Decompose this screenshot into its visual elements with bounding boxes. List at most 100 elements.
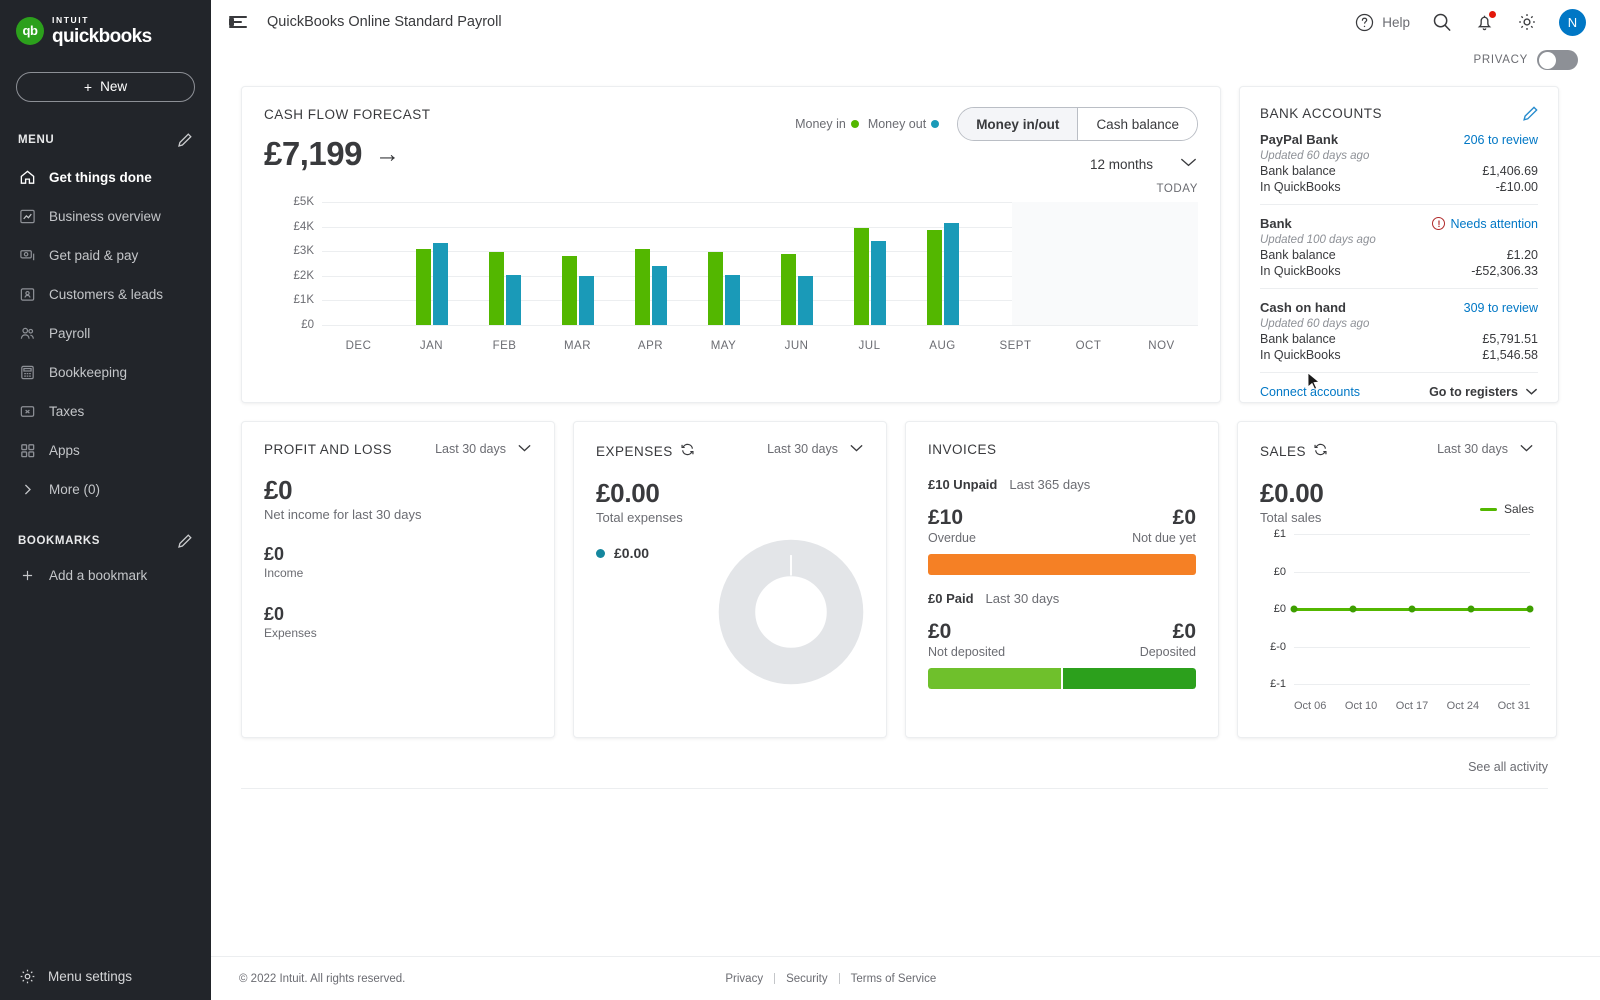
bar-group[interactable] bbox=[1125, 202, 1198, 325]
sidebar-item-get-paid-and-pay[interactable]: Get paid & pay bbox=[0, 236, 211, 275]
bar-group[interactable] bbox=[395, 202, 468, 325]
footer-link-terms[interactable]: Terms of Service bbox=[851, 973, 937, 985]
unpaid-progress-bar[interactable] bbox=[928, 554, 1196, 575]
bar-money-in[interactable] bbox=[708, 252, 723, 325]
bank-account-review-link[interactable]: 206 to review bbox=[1464, 133, 1538, 147]
search-icon[interactable] bbox=[1431, 11, 1453, 33]
refresh-icon[interactable] bbox=[680, 442, 695, 460]
sidebar-nav: Get things done Business overview Get pa… bbox=[0, 158, 211, 509]
bar-group[interactable] bbox=[541, 202, 614, 325]
bar-group[interactable] bbox=[760, 202, 833, 325]
edit-bank-accounts-pencil-icon[interactable] bbox=[1522, 105, 1538, 121]
sales-data-point[interactable] bbox=[1409, 606, 1416, 613]
sidebar-item-get-things-done[interactable]: Get things done bbox=[0, 158, 211, 197]
sidebar-item-customers-and-leads[interactable]: Customers & leads bbox=[0, 275, 211, 314]
bar-money-in[interactable] bbox=[854, 228, 869, 325]
bar-group[interactable] bbox=[979, 202, 1052, 325]
sidebar-item-payroll[interactable]: Payroll bbox=[0, 314, 211, 353]
sidebar-item-business-overview[interactable]: Business overview bbox=[0, 197, 211, 236]
help-label: Help bbox=[1382, 15, 1410, 30]
connect-accounts-link[interactable]: Connect accounts bbox=[1260, 385, 1360, 399]
bar-group[interactable] bbox=[322, 202, 395, 325]
x-axis-tick: OCT bbox=[1052, 340, 1125, 352]
add-bookmark-button[interactable]: Add a bookmark bbox=[0, 557, 211, 595]
bar-money-out[interactable] bbox=[944, 223, 959, 325]
menu-settings-button[interactable]: Menu settings bbox=[0, 952, 211, 1000]
not-due-yet-amount: £0 bbox=[1132, 506, 1196, 530]
bar-group[interactable] bbox=[614, 202, 687, 325]
tab-cash-balance[interactable]: Cash balance bbox=[1077, 108, 1197, 140]
bar-money-out[interactable] bbox=[725, 275, 740, 325]
go-to-registers-button[interactable]: Go to registers bbox=[1429, 385, 1538, 399]
bar-group[interactable] bbox=[468, 202, 541, 325]
privacy-toggle[interactable] bbox=[1537, 50, 1578, 70]
bank-account-row[interactable]: Bank ! Needs attention Updated 100 days … bbox=[1260, 205, 1538, 289]
bank-account-review-link[interactable]: 309 to review bbox=[1464, 301, 1538, 315]
quickbooks-logo[interactable]: qb INTUIT quickbooks bbox=[0, 0, 211, 46]
bank-balance-label: Bank balance bbox=[1260, 164, 1336, 178]
paid-progress-bar[interactable] bbox=[928, 668, 1196, 689]
bar-group[interactable] bbox=[687, 202, 760, 325]
see-all-activity-link[interactable]: See all activity bbox=[241, 738, 1574, 774]
bar-money-in[interactable] bbox=[562, 256, 577, 325]
bar-group[interactable] bbox=[906, 202, 979, 325]
bar-group[interactable] bbox=[1052, 202, 1125, 325]
bar-money-out[interactable] bbox=[798, 276, 813, 325]
collapse-menu-icon[interactable] bbox=[229, 13, 251, 31]
sidebar-item-more[interactable]: More (0) bbox=[0, 470, 211, 509]
deposited-label: Deposited bbox=[1140, 645, 1196, 659]
profit-loss-range-selector[interactable]: Last 30 days bbox=[435, 442, 532, 456]
refresh-icon[interactable] bbox=[1313, 442, 1328, 460]
tab-money-in-out[interactable]: Money in/out bbox=[958, 108, 1077, 140]
y-axis-tick: £2K bbox=[294, 270, 314, 282]
bar-money-out[interactable] bbox=[871, 241, 886, 325]
page-title: QuickBooks Online Standard Payroll bbox=[267, 14, 502, 30]
bar-money-in[interactable] bbox=[635, 249, 650, 325]
settings-gear-icon[interactable] bbox=[1516, 11, 1538, 33]
bank-accounts-footer: Connect accounts Go to registers bbox=[1260, 373, 1538, 399]
bank-account-row[interactable]: PayPal Bank 206 to review Updated 60 day… bbox=[1260, 121, 1538, 205]
bar-money-out[interactable] bbox=[433, 243, 448, 325]
bank-account-row[interactable]: Cash on hand 309 to review Updated 60 da… bbox=[1260, 289, 1538, 373]
edit-bookmarks-pencil-icon[interactable] bbox=[177, 533, 193, 549]
bar-money-out[interactable] bbox=[579, 276, 594, 325]
needs-attention-link[interactable]: ! Needs attention bbox=[1432, 217, 1538, 231]
bank-balance-row: Bank balance £1,406.69 bbox=[1260, 164, 1538, 178]
legend-money-in: Money in bbox=[795, 117, 859, 131]
sales-line-chart: £1£0£0£-0£-1 Oct 06Oct 10Oct 17Oct 24Oct… bbox=[1260, 534, 1534, 712]
bar-money-out[interactable] bbox=[652, 266, 667, 325]
qb-logo-mark: qb bbox=[16, 17, 44, 45]
bar-group[interactable] bbox=[833, 202, 906, 325]
profit-loss-title: PROFIT AND LOSS bbox=[264, 442, 392, 457]
sales-data-point[interactable] bbox=[1468, 606, 1475, 613]
sales-data-point[interactable] bbox=[1350, 606, 1357, 613]
edit-menu-pencil-icon[interactable] bbox=[177, 132, 193, 148]
y-axis-tick: £5K bbox=[294, 196, 314, 208]
sales-data-point[interactable] bbox=[1291, 606, 1298, 613]
footer-link-privacy[interactable]: Privacy bbox=[725, 973, 763, 985]
expenses-range-selector[interactable]: Last 30 days bbox=[767, 442, 864, 456]
x-axis-tick: JUN bbox=[760, 340, 833, 352]
sales-range-label: Last 30 days bbox=[1437, 442, 1508, 456]
sidebar-item-apps[interactable]: Apps bbox=[0, 431, 211, 470]
sales-data-point[interactable] bbox=[1527, 606, 1534, 613]
bar-money-out[interactable] bbox=[506, 275, 521, 325]
bar-money-in[interactable] bbox=[416, 249, 431, 325]
avatar[interactable]: N bbox=[1559, 9, 1586, 36]
bar-money-in[interactable] bbox=[927, 230, 942, 325]
help-button[interactable]: Help bbox=[1354, 12, 1410, 33]
bar-money-in[interactable] bbox=[781, 254, 796, 325]
cash-flow-period-selector[interactable]: 12 months bbox=[1090, 155, 1198, 173]
sidebar-item-taxes[interactable]: Taxes bbox=[0, 392, 211, 431]
sidebar-item-bookkeeping[interactable]: Bookkeeping bbox=[0, 353, 211, 392]
notifications-bell-icon[interactable] bbox=[1474, 12, 1495, 33]
sales-range-selector[interactable]: Last 30 days bbox=[1437, 442, 1534, 456]
footer-link-security[interactable]: Security bbox=[786, 973, 828, 985]
new-button[interactable]: + New bbox=[16, 72, 195, 102]
x-axis-tick: MAY bbox=[687, 340, 760, 352]
cash-flow-arrow-icon[interactable]: → bbox=[375, 140, 400, 169]
profit-loss-header: PROFIT AND LOSS Last 30 days bbox=[264, 442, 532, 457]
sidebar-item-label: Get things done bbox=[49, 170, 152, 185]
bank-accounts-header: BANK ACCOUNTS bbox=[1260, 105, 1538, 121]
bar-money-in[interactable] bbox=[489, 252, 504, 325]
